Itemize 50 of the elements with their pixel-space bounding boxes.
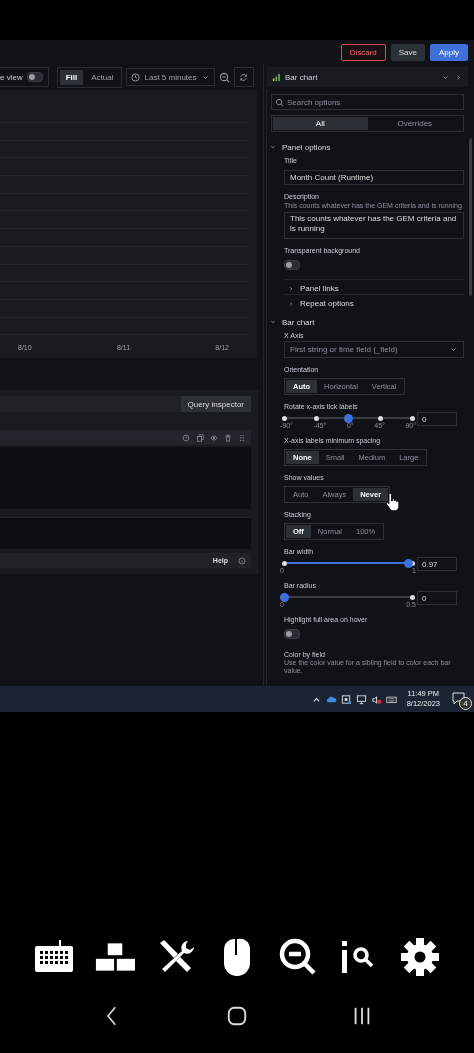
home-icon[interactable]: [226, 1004, 248, 1028]
visualization-picker[interactable]: Bar chart: [267, 67, 468, 87]
number-input[interactable]: 0.97: [417, 557, 457, 572]
bar-chart-icon: [272, 72, 281, 82]
toggle-switch[interactable]: [284, 260, 300, 271]
time-range-picker[interactable]: Last 5 minutes: [126, 68, 215, 86]
title-input[interactable]: Month Count (Runtime): [284, 170, 464, 185]
display-mode-tab[interactable]: Actual: [85, 69, 120, 85]
zoom-out-icon[interactable]: [218, 71, 230, 83]
description-textarea[interactable]: This counts whatever has the GEM criteria and is running: [284, 212, 464, 240]
caret-icon: [269, 143, 277, 151]
slider-track[interactable]: [284, 417, 412, 420]
section-header[interactable]: Bar chart: [269, 315, 464, 330]
hand-cursor-icon: [385, 492, 402, 513]
display-mode-tab[interactable]: Fill: [59, 69, 84, 85]
refresh-button[interactable]: [233, 67, 254, 87]
history-icon[interactable]: [182, 433, 190, 442]
toggle-switch[interactable]: [284, 629, 300, 640]
collapsed-group[interactable]: Panel links: [284, 279, 464, 298]
select-field[interactable]: First string or time field (_field): [284, 341, 464, 359]
options-tab[interactable]: Overrides: [367, 117, 462, 130]
header-button[interactable]: Discard: [340, 43, 386, 61]
collapsed-group[interactable]: Repeat options: [284, 294, 464, 313]
refresh-icon: [239, 72, 248, 82]
keyboard-icon[interactable]: [385, 693, 397, 705]
slider-thumb[interactable]: [279, 592, 289, 602]
settings-icon[interactable]: [400, 937, 440, 977]
device-icon[interactable]: [340, 693, 352, 705]
header-button[interactable]: Save: [390, 43, 425, 61]
header-button[interactable]: Apply: [430, 43, 468, 61]
drag-handle-icon[interactable]: [238, 433, 246, 442]
options-tab[interactable]: All: [273, 117, 368, 130]
info-icon[interactable]: [238, 556, 246, 565]
clock-icon: [131, 72, 141, 82]
section-header[interactable]: Panel options: [269, 140, 464, 154]
number-input[interactable]: 0: [417, 591, 457, 606]
monitor-icon[interactable]: [355, 693, 367, 705]
speaker-muted-icon[interactable]: [370, 693, 382, 705]
scrollbar[interactable]: [469, 138, 472, 296]
notification-count: 4: [459, 697, 472, 710]
slider-thumb[interactable]: [343, 413, 353, 423]
eye-icon[interactable]: [210, 433, 218, 442]
copy-icon[interactable]: [196, 433, 204, 442]
view-toggle[interactable]: e view: [0, 67, 49, 87]
query-inspector-button[interactable]: Query inspector: [180, 396, 251, 412]
zoom-out-icon[interactable]: [278, 937, 318, 977]
slider-thumb[interactable]: [403, 558, 413, 568]
search-field[interactable]: Search options: [271, 94, 464, 110]
number-input[interactable]: 0: [417, 412, 457, 427]
trash-icon[interactable]: [224, 433, 232, 442]
